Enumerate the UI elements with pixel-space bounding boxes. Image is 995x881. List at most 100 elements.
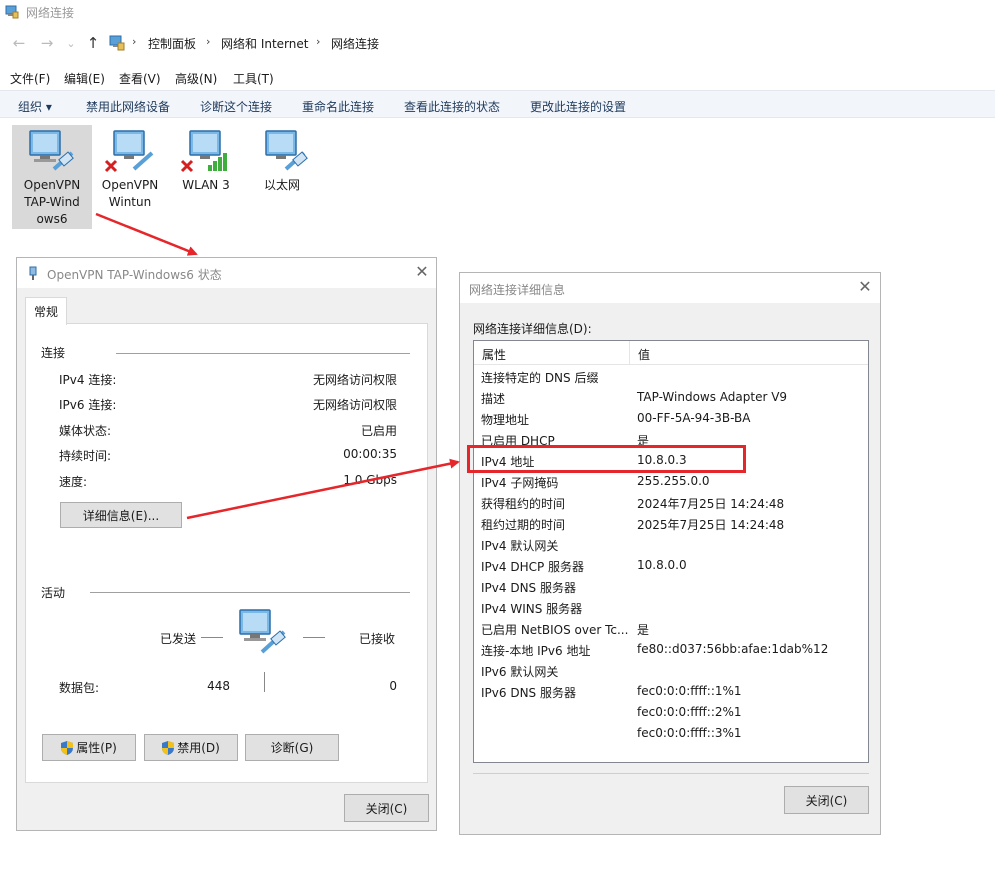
packets-label: 数据包: — [59, 681, 100, 695]
details-dialog: 网络连接详细信息 ✕ 网络连接详细信息(D): 属性 值 连接特定的 DNS 后… — [459, 272, 881, 835]
details-row[interactable]: IPv4 DHCP 服务器 10.8.0.0 — [474, 555, 868, 576]
network-adapter-icon — [29, 130, 74, 171]
details-row[interactable]: IPv6 默认网关 — [474, 660, 868, 681]
status-close-button[interactable]: 关闭(C) — [344, 794, 429, 822]
details-row-value: fec0:0:0:ffff::1%1 — [637, 684, 742, 698]
breadcrumb-network-internet[interactable]: 网络和 Internet — [221, 35, 308, 52]
details-row-property: 描述 — [481, 392, 506, 406]
details-row[interactable]: 已启用 NetBIOS over Tc... 是 — [474, 618, 868, 639]
ipv6-connectivity-label: IPv6 连接: — [59, 398, 117, 412]
menu-advanced[interactable]: 高级(N) — [175, 70, 217, 87]
forward-arrow-icon[interactable]: → — [38, 34, 56, 52]
details-row[interactable]: IPv4 DNS 服务器 — [474, 576, 868, 597]
details-list-header: 属性 值 — [474, 341, 868, 365]
column-header-value[interactable]: 值 — [638, 346, 650, 363]
menu-tools[interactable]: 工具(T) — [233, 70, 274, 87]
details-row-value: 2025年7月25日 14:24:48 — [637, 518, 785, 532]
adapter-wlan3[interactable]: WLAN 3 — [166, 125, 246, 229]
status-dialog-title: OpenVPN TAP-Windows6 状态 — [47, 268, 222, 282]
details-row-value: 00-FF-5A-94-3B-BA — [637, 411, 751, 425]
command-toolbar: 组织 ▾ 禁用此网络设备 诊断这个连接 重命名此连接 查看此连接的状态 更改此连… — [0, 90, 995, 118]
diagnose-connection-button[interactable]: 诊断这个连接 — [200, 98, 272, 115]
address-bar: ← → ⌄ ↑ › 控制面板 › 网络和 Internet › 网络连接 — [0, 28, 995, 58]
disable-label: 禁用(D) — [177, 741, 220, 755]
details-row-property: IPv4 子网掩码 — [481, 476, 559, 490]
breadcrumb-network-connections[interactable]: 网络连接 — [331, 35, 379, 52]
details-row-property: 租约过期的时间 — [481, 518, 566, 532]
up-arrow-icon[interactable]: ↑ — [84, 34, 102, 52]
details-row[interactable]: 获得租约的时间 2024年7月25日 14:24:48 — [474, 492, 868, 513]
disable-device-button[interactable]: 禁用此网络设备 — [86, 98, 170, 115]
adapter-label: OpenVPN Wintun — [101, 178, 159, 209]
menu-file[interactable]: 文件(F) — [10, 70, 50, 87]
details-row[interactable]: 租约过期的时间 2025年7月25日 14:24:48 — [474, 513, 868, 534]
details-row[interactable]: IPv4 默认网关 — [474, 534, 868, 555]
details-row-property: 获得租约的时间 — [481, 497, 566, 511]
media-state-label: 媒体状态: — [59, 424, 112, 438]
details-row-value: fe80::d037:56bb:afae:1dab%12 — [637, 642, 829, 656]
details-row[interactable]: 物理地址 00-FF-5A-94-3B-BA — [474, 408, 868, 429]
details-row-property: 物理地址 — [481, 413, 530, 427]
control-panel-icon — [109, 35, 125, 51]
speed-label: 速度: — [59, 475, 88, 489]
view-status-button[interactable]: 查看此连接的状态 — [404, 98, 500, 115]
column-separator[interactable] — [629, 341, 630, 365]
adapter-label: 以太网 — [263, 178, 300, 192]
duration-value: 00:00:35 — [343, 447, 397, 461]
details-row-value: TAP-Windows Adapter V9 — [637, 390, 788, 404]
breadcrumb-separator-icon: › — [206, 35, 211, 48]
details-row[interactable]: 连接特定的 DNS 后缀 — [474, 366, 868, 387]
packets-divider — [264, 672, 265, 692]
details-row-property: IPv6 DNS 服务器 — [481, 686, 576, 700]
organize-button[interactable]: 组织 ▾ — [18, 98, 52, 115]
ipv4-connectivity-label: IPv4 连接: — [59, 373, 117, 387]
details-row-property: IPv6 默认网关 — [481, 665, 559, 679]
back-arrow-icon[interactable]: ← — [10, 34, 28, 52]
details-row-value: fec0:0:0:ffff::3%1 — [637, 726, 742, 740]
ipv4-connectivity-value: 无网络访问权限 — [312, 373, 397, 387]
status-dialog: OpenVPN TAP-Windows6 状态 ✕ 常规 连接 IPv4 连接:… — [16, 257, 437, 831]
adapter-ethernet[interactable]: 以太网 — [242, 125, 322, 229]
details-row[interactable]: 连接-本地 IPv6 地址 fe80::d037:56bb:afae:1dab%1… — [474, 639, 868, 660]
diagnose-button[interactable]: 诊断(G) — [245, 734, 339, 761]
sent-connector — [201, 637, 223, 638]
details-divider — [473, 773, 869, 774]
details-close-button[interactable]: 关闭(C) — [784, 786, 869, 814]
breadcrumb-separator-icon: › — [132, 35, 137, 48]
details-row[interactable]: fec0:0:0:ffff::3%1 — [474, 723, 868, 744]
uac-shield-icon — [162, 740, 175, 755]
packets-sent-value: 448 — [207, 679, 230, 693]
properties-button[interactable]: 属性(P) — [42, 734, 136, 761]
details-button[interactable]: 详细信息(E)... — [60, 502, 182, 528]
disable-button[interactable]: 禁用(D) — [144, 734, 238, 761]
details-row[interactable]: fec0:0:0:ffff::2%1 — [474, 702, 868, 723]
network-activity-icon — [239, 609, 286, 654]
details-row[interactable]: 描述 TAP-Windows Adapter V9 — [474, 387, 868, 408]
menu-bar: 文件(F) 编辑(E) 查看(V) 高级(N) 工具(T) — [0, 66, 995, 88]
details-row[interactable]: IPv4 子网掩码 255.255.0.0 — [474, 471, 868, 492]
network-adapter-disconnected-icon — [104, 130, 154, 173]
received-label: 已接收 — [359, 632, 396, 646]
details-row[interactable]: IPv6 DNS 服务器 fec0:0:0:ffff::1%1 — [474, 681, 868, 702]
recent-locations-icon[interactable]: ⌄ — [62, 34, 80, 52]
change-settings-button[interactable]: 更改此连接的设置 — [530, 98, 626, 115]
rename-connection-button[interactable]: 重命名此连接 — [302, 98, 374, 115]
breadcrumb-control-panel[interactable]: 控制面板 — [148, 35, 196, 52]
details-list[interactable]: 属性 值 连接特定的 DNS 后缀描述 TAP-Windows Adapter V… — [473, 340, 869, 763]
details-row-property: IPv4 DHCP 服务器 — [481, 560, 585, 574]
adapter-openvpn-tap[interactable]: OpenVPN TAP-Wind ows6 — [12, 125, 92, 229]
adapter-openvpn-wintun[interactable]: OpenVPN Wintun — [90, 125, 170, 229]
breadcrumb-separator-icon: › — [316, 35, 321, 48]
details-dialog-title: 网络连接详细信息 — [469, 283, 566, 297]
close-icon[interactable]: ✕ — [414, 264, 430, 280]
properties-label: 属性(P) — [76, 741, 117, 755]
speed-value: 1.0 Gbps — [343, 473, 397, 487]
network-adapter-icon — [265, 130, 308, 171]
connection-group-title: 连接 — [41, 346, 66, 360]
tab-general[interactable]: 常规 — [25, 297, 68, 325]
column-header-property[interactable]: 属性 — [482, 346, 506, 363]
menu-view[interactable]: 查看(V) — [119, 70, 161, 87]
close-icon[interactable]: ✕ — [857, 279, 873, 295]
details-row[interactable]: IPv4 WINS 服务器 — [474, 597, 868, 618]
menu-edit[interactable]: 编辑(E) — [64, 70, 105, 87]
